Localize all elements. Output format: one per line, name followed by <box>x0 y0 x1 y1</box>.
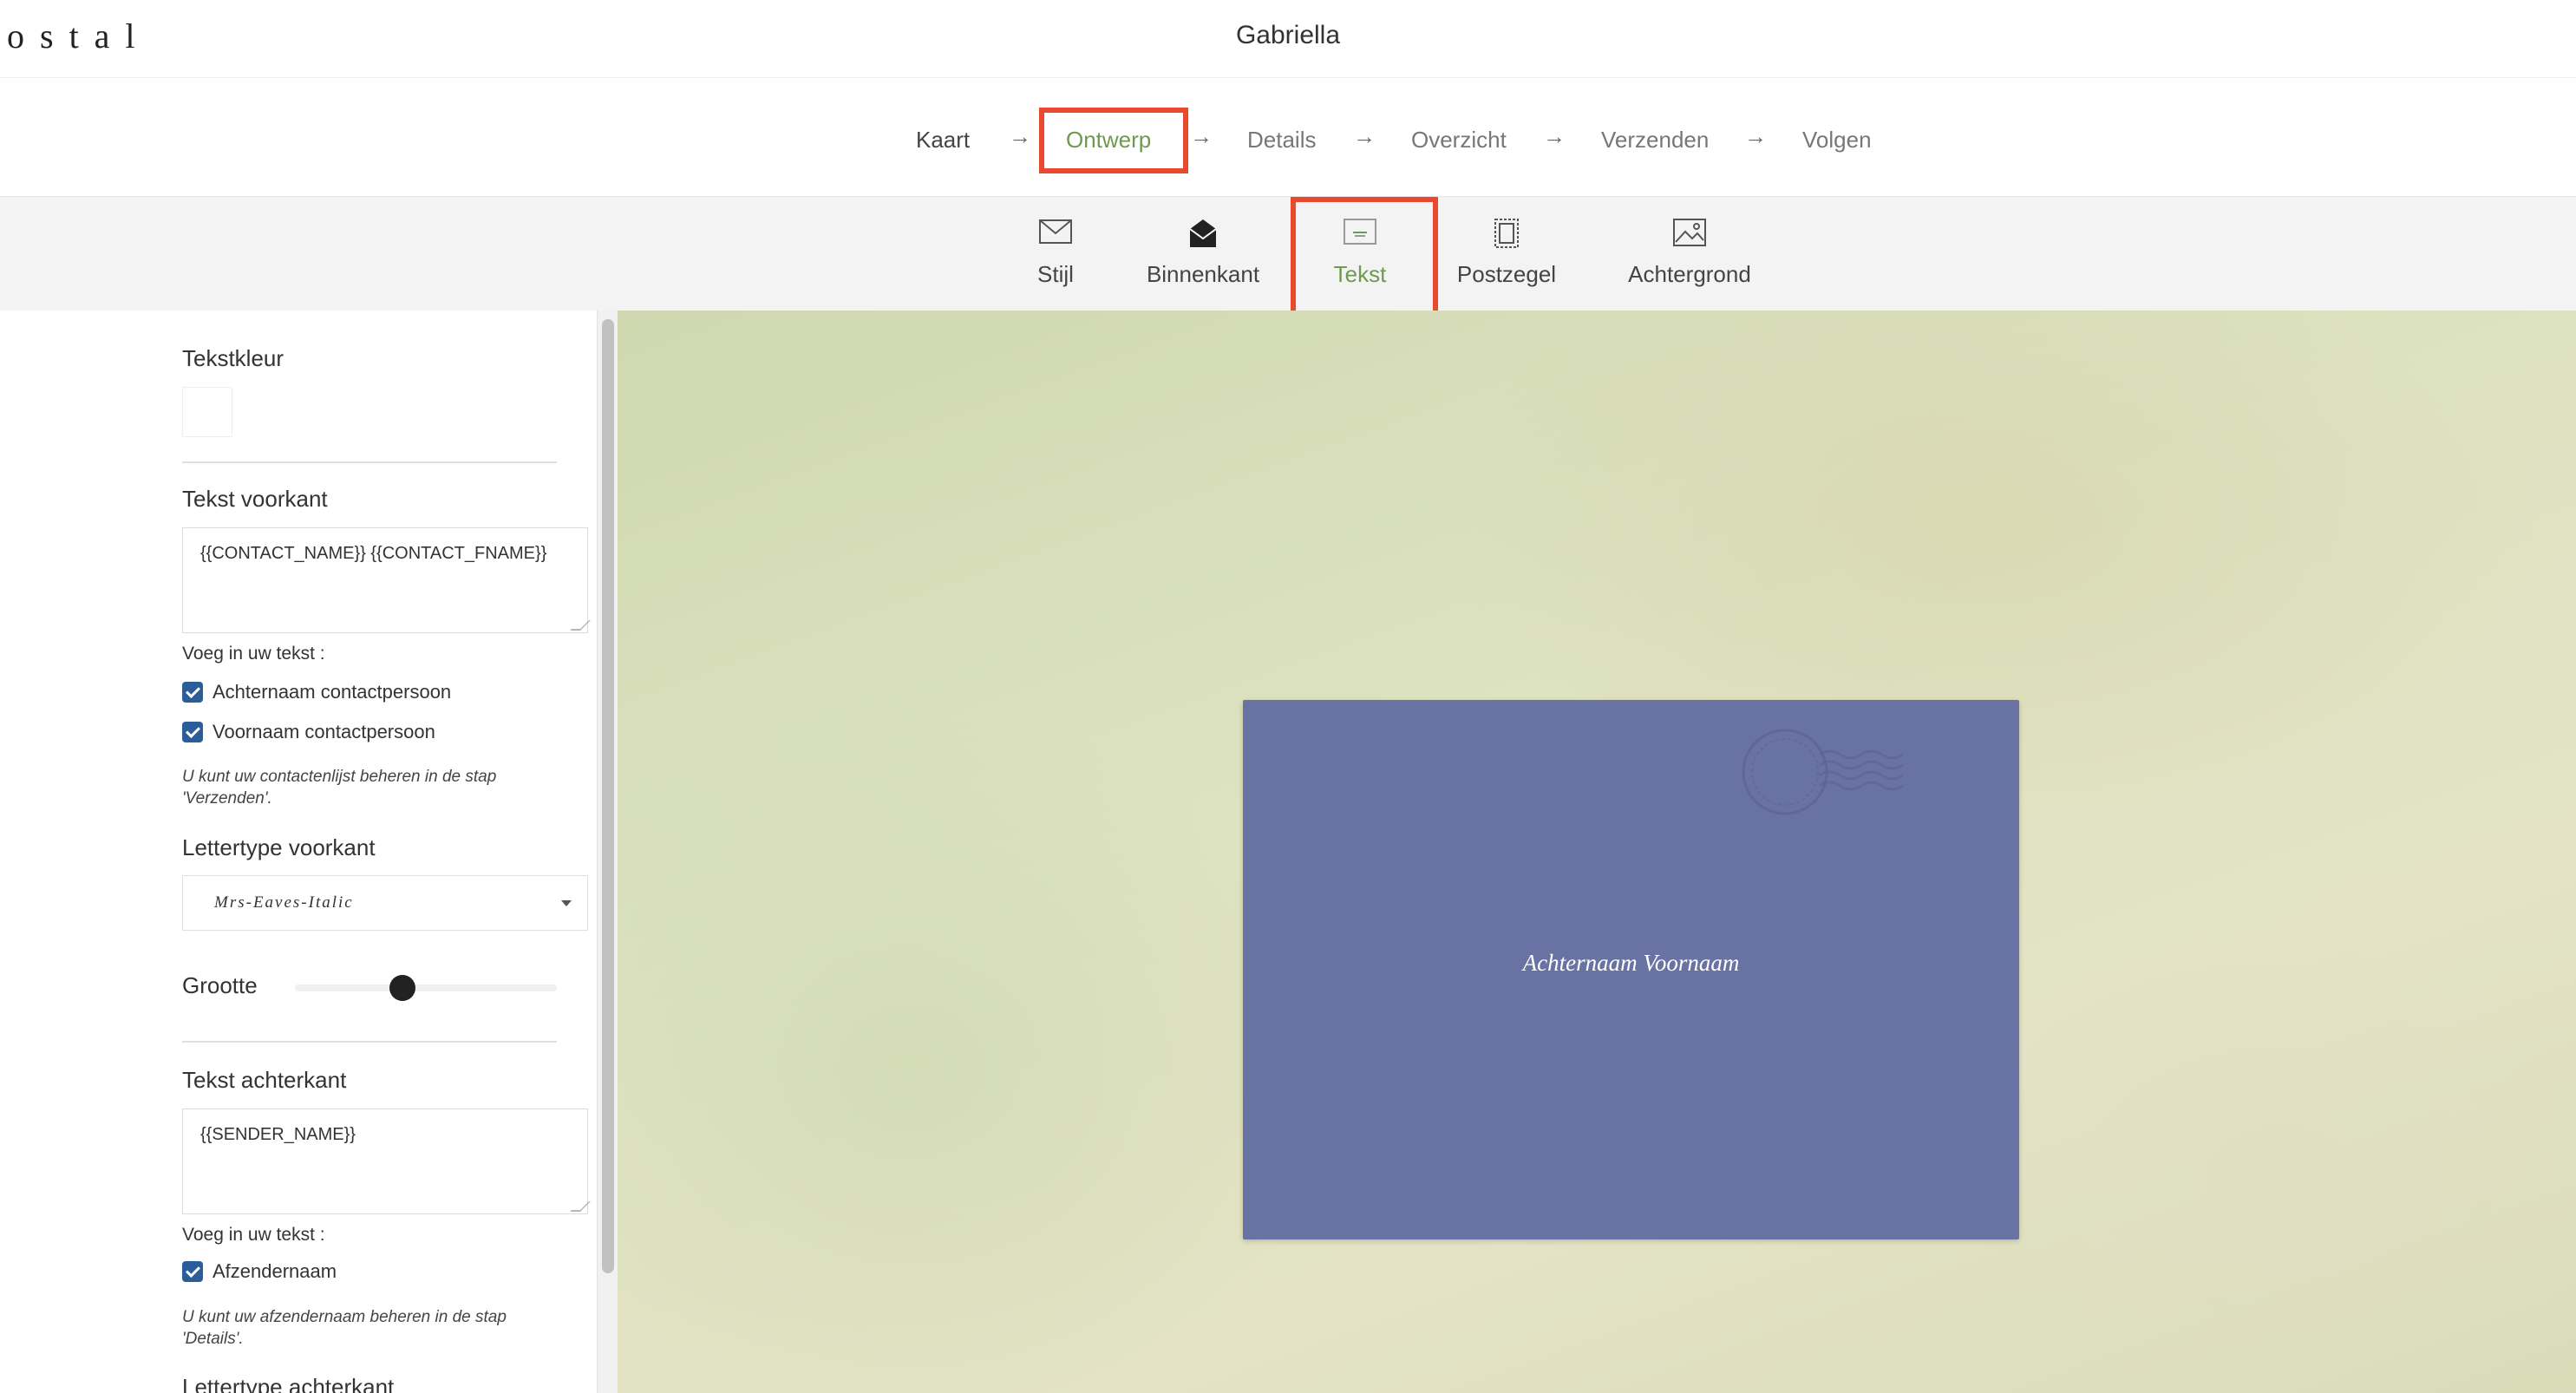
envelope-icon <box>1039 219 1072 244</box>
step-arrow: → <box>1353 123 1376 149</box>
resize-handle[interactable] <box>570 620 591 631</box>
text-icon <box>1344 219 1376 245</box>
tool-label: Achtergrond <box>1628 261 1751 287</box>
caret-down-icon <box>561 900 572 906</box>
tool-achtergrond[interactable]: Achtergrond <box>1620 197 1759 311</box>
envelope-address-text[interactable]: Achternaam Voornaam <box>1243 950 2019 977</box>
step-arrow: → <box>1009 123 1031 149</box>
postmark-icon <box>1742 729 1904 815</box>
step-kaart[interactable]: Kaart <box>916 127 970 154</box>
text-color-swatch[interactable] <box>182 387 232 437</box>
checkbox-label: Afzendernaam <box>212 1260 337 1282</box>
back-text-field[interactable]: {{SENDER_NAME}} <box>182 1109 591 1214</box>
step-ontwerp[interactable]: Ontwerp <box>1066 127 1151 154</box>
back-font-label: Lettertype achterkant <box>182 1374 395 1393</box>
image-icon <box>1673 219 1706 246</box>
tool-tekst[interactable]: Tekst <box>1291 197 1438 318</box>
step-details[interactable]: Details <box>1247 127 1316 154</box>
size-slider-track[interactable] <box>295 984 557 991</box>
front-text-value: {{CONTACT_NAME}} {{CONTACT_FNAME}} <box>200 544 547 563</box>
tool-binnenkant[interactable]: Binnenkant <box>1133 197 1273 311</box>
insert-label: Voeg in uw tekst : <box>182 644 325 664</box>
tool-stijl[interactable]: Stijl <box>1015 197 1096 311</box>
divider <box>182 461 557 463</box>
tool-label: Tekst <box>1333 261 1387 287</box>
back-insert-label: Voeg in uw tekst : <box>182 1225 325 1245</box>
checkbox-label: Achternaam contactpersoon <box>212 681 452 703</box>
scrollbar-thumb[interactable] <box>602 319 614 1273</box>
front-font-value: Mrs-Eaves-Italic <box>214 893 354 912</box>
tool-label: Stijl <box>1037 261 1074 287</box>
size-slider-thumb[interactable] <box>389 975 415 1001</box>
step-navigation: Kaart → Ontwerp → Details → Overzicht → … <box>0 78 2576 196</box>
checkbox-label: Voornaam contactpersoon <box>212 721 435 742</box>
tool-label: Binnenkant <box>1146 261 1260 287</box>
panel-scrollbar[interactable] <box>597 311 618 1393</box>
step-verzenden[interactable]: Verzenden <box>1601 127 1709 154</box>
back-note: U kunt uw afzendernaam beheren in de sta… <box>182 1308 507 1348</box>
front-text-field[interactable]: {{CONTACT_NAME}} {{CONTACT_FNAME}} <box>182 527 591 633</box>
front-text-label: Tekst voorkant <box>182 486 328 512</box>
design-toolbar: Stijl Binnenkant Tekst Postzegel Achterg… <box>0 196 2576 318</box>
text-settings-panel: Tekstkleur Tekst voorkant {{CONTACT_NAME… <box>0 311 597 1393</box>
app-header: ostal Gabriella <box>0 0 2576 78</box>
step-arrow: → <box>1190 123 1213 149</box>
tool-label: Postzegel <box>1456 261 1557 287</box>
envelope-inside-icon <box>1189 219 1217 247</box>
back-text-value: {{SENDER_NAME}} <box>200 1125 356 1144</box>
text-color-label: Tekstkleur <box>182 345 284 371</box>
front-font-label: Lettertype voorkant <box>182 834 376 860</box>
resize-handle[interactable] <box>570 1201 591 1212</box>
back-text-label: Tekst achterkant <box>182 1067 347 1093</box>
highlight-box <box>1291 197 1438 318</box>
checkbox-achternaam[interactable] <box>182 682 203 703</box>
header-title: Gabriella <box>1235 21 1341 49</box>
stamp-icon <box>1494 219 1519 248</box>
checkbox-voornaam[interactable] <box>182 722 203 742</box>
step-volgen[interactable]: Volgen <box>1802 127 1872 154</box>
envelope-preview: Achternaam Voornaam <box>1243 700 2019 1239</box>
checkbox-afzendernaam[interactable] <box>182 1261 203 1282</box>
tool-postzegel[interactable]: Postzegel <box>1447 197 1566 311</box>
step-arrow: → <box>1744 123 1767 149</box>
front-note: U kunt uw contactenlijst beheren in de s… <box>182 768 497 808</box>
size-label: Grootte <box>182 972 258 998</box>
step-arrow: → <box>1543 123 1566 149</box>
front-font-select[interactable]: Mrs-Eaves-Italic <box>182 875 588 931</box>
divider <box>182 1041 557 1043</box>
step-overzicht[interactable]: Overzicht <box>1411 127 1507 154</box>
